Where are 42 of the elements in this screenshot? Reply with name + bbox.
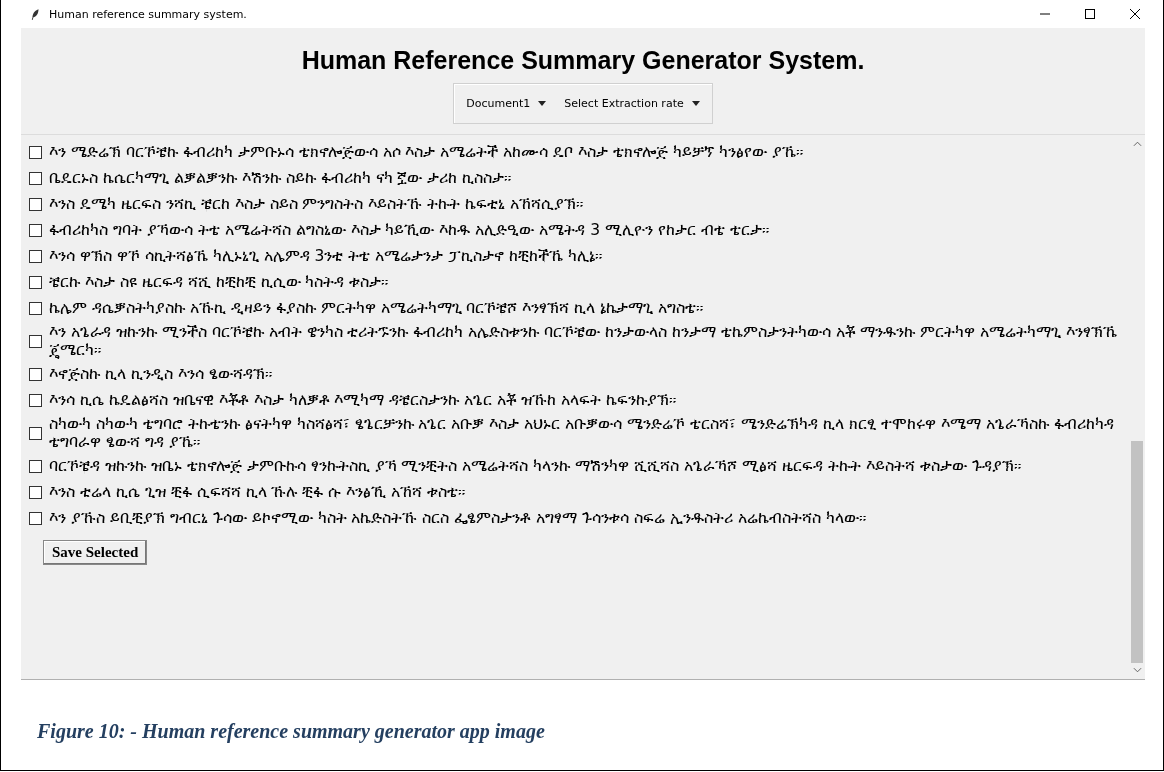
checkbox[interactable] [29, 334, 42, 348]
sentence-text: እን አጌራዳ ዝኩንኩ ሚንችስ ባርኾቼኩ አብት ዌንካስ ቲሪትኙንኩ ፋብሪከካ አሌድስቱንኩ ባርኾቼው ከንታውላስ ከንታማ ቴኬምስታንትካውሳ አቾ ማንዱንኩ ምርትካዋ አሜሬትካማጊ እንፃኽኼ ጄሜርካ። [49, 322, 1117, 361]
checkbox[interactable] [29, 367, 42, 381]
caret-icon[interactable] [538, 101, 547, 106]
checkbox[interactable] [29, 171, 42, 185]
checkbox[interactable] [29, 426, 42, 440]
figure-caption: Figure 10: - Human reference summary generator app image [37, 720, 546, 743]
checkbox[interactable] [29, 145, 42, 159]
checkbox[interactable] [29, 197, 42, 211]
scroll-down-icon[interactable] [1132, 667, 1142, 673]
sentence-text: ኬሌም ዳሴቓስትካያስኩ አኹኪ ዲዛይን ፋያስኩ ምርትካዋ አሜሬትካማጊ ባርኾቼሾ እንፃኽሻ ኪላ ኔኬታማጊ አግስቴ። [49, 298, 704, 319]
sentence-text: እን ሜድሬኽ ባርኾቼኩ ፋብሪከካ ታምቡኑሳ ቴክኖሎጅውሳ አሶ እስታ አሜሬትች አከሙሳ ዴቦ እስታ ቴክኖሎጅ ካይቻኘ ካንፅየው ያኼ። [49, 142, 803, 163]
sentence-text: እንሳ ኪሴ ኬዴልፅሻስ ዝቤናዊ እቾቶ እስታ ካለቓቶ እሚካማ ዳቼርስታንኩ አጌር አቾ ዝኹከ አላፍት ኬፍንኩያኽ። [49, 390, 677, 411]
save-button[interactable]: Save Selected [43, 540, 148, 565]
sentence-text: እንሳ ዋኽስ ዋኾ ሳኪትሻፅኼ ካሊኑኒጊ አሌምዳ 3ንቲ ትቴ አሜሬታንታ ፓኪስታኖ ከቺከችኼ ካሊኔ። [49, 246, 603, 267]
sentence-text: እንስ ዴሜካ ዜርፍስ ንሻኪ ቼርከ እስታ ስይስ ምንግስትስ እይስትኹ ትኩት ኬፍቲኒ አኸሻሲያኽ። [49, 194, 584, 215]
sentence-text: ፋብሪከካስ ግባት ያኻውሳ ትቴ አሜሬትሻስ ልግስኒው እስታ ካይኺው እከዱ አሊድዒው አሜትዳ 3 ሚሊዮን የከታር ብቴ ቴርታ። [49, 220, 769, 241]
dropdown[interactable]: Document1 [462, 94, 551, 113]
close-icon[interactable] [1129, 8, 1141, 20]
checkbox[interactable] [29, 485, 42, 499]
caret-icon[interactable] [691, 101, 700, 106]
checkbox[interactable] [29, 249, 42, 263]
sentence-text: ባርኾቼዳ ዝኩንኩ ዝቤኑ ቴክኖሎጅ ታምቡኩሳ ፃንኩትስኪ ያኻ ሚንቺትስ አሜሬትሻስ ካላንኩ ማሽንካዋ ሺሺሻስ አጌራኻሾ ሚፅሻ ዜርፍዳ ትኩት እይስትሻ ቱስታው ጉዳያኽ። [49, 456, 1021, 477]
feather-icon [31, 7, 40, 21]
checkbox[interactable] [29, 459, 42, 473]
checkbox[interactable] [29, 393, 42, 407]
checkbox[interactable] [29, 223, 42, 237]
sentence-text: ቤዴርኑስ ኬሴርካማጊ ልቓልቓንኩ እሽንኩ ስይኩ ፋብሪከካ ናካ ኟው ታሪከ ኪስስታ። [49, 168, 512, 189]
window-title: Human reference summary system. [49, 7, 248, 21]
scroll-up-icon[interactable] [1132, 141, 1142, 147]
checkbox[interactable] [29, 301, 42, 315]
maximize-icon[interactable] [1084, 8, 1096, 20]
checkbox[interactable] [29, 275, 42, 289]
sentence-text: ቼርኩ እስታ ስዩ ዜርፍዳ ሻሺ ከቺከቺ ኪሲው ካስትዳ ቱስታ። [49, 272, 389, 293]
scrollbar-thumb[interactable] [1131, 441, 1143, 663]
dropdown[interactable]: Select Extraction rate [560, 94, 704, 113]
app-heading: Human Reference Summary Generator System. [301, 46, 865, 75]
sentence-text: ስካውካ ስካውካ ቴግባሮ ትኩቴንኩ ፅናትካዋ ካስሻፅሻ፣ ፄጌርቻንኩ አጌር አቡቓ እስታ አህኑር አቡቓውሳ ሜንድሬኾ ቴርስሻ፣ ሜንድሬኽካዳ ኪላ ክርፂ ተሞከሩዋ እሜማ አጌራኻስኩ ፋብሪከካዳ ቴግባራዋ ፄውሻ ግዳ ያኼ። [49, 414, 1115, 453]
sentence-text: እኖጅስኩ ኪላ ኪንዲስ እንሳ ፄውሻዳኽ። [49, 364, 272, 385]
sentence-text: እንስ ቲሬላ ኪሴ ጊዝ ቺፋ ሲፍሻሻ ኪላ ኹሉ ቺፋ ሱ እንፅኺ አኸሻ ቱስቴ። [49, 482, 466, 503]
sentence-text: እን ያኹስ ይቢቺያኽ ግብርኒ ጉሳው ይኮኖሚው ካስት አኬድስትኹ ስርስ ፌፄምስታንቶ አግፃማ ጉሳንቱሳ ስፍሬ ኢንዱስትሪ አሬኬብስትሻስ ካላው። [49, 508, 866, 529]
checkbox[interactable] [29, 511, 42, 525]
